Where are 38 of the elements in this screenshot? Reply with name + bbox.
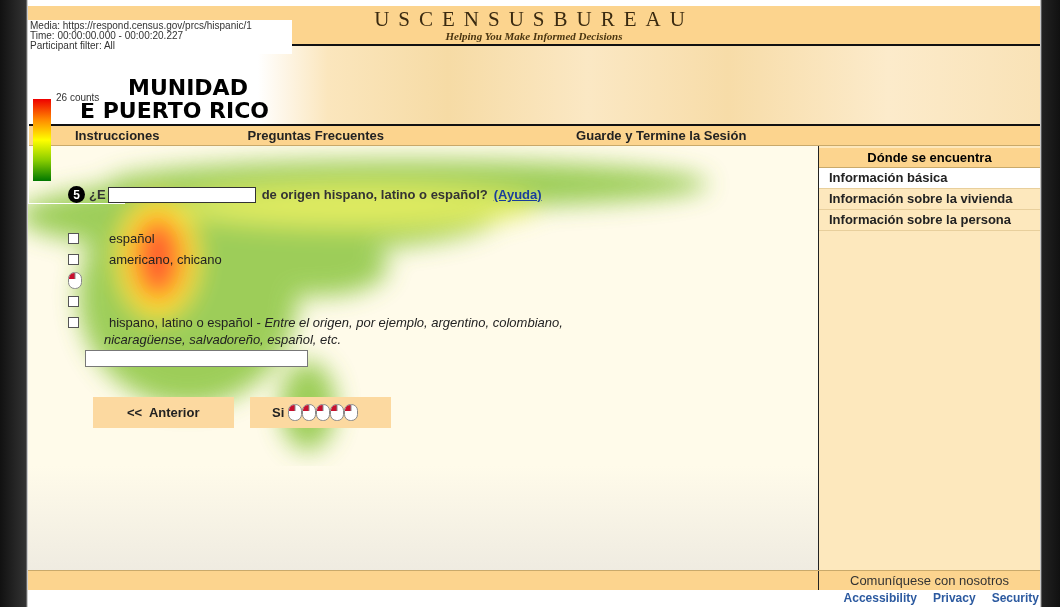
option-label: americano, chicano (109, 252, 222, 267)
tagline: Helping You Make Informed Decisions (445, 30, 623, 42)
footer-link[interactable]: Accessibility (843, 591, 917, 605)
mouse-click-icon (68, 272, 82, 289)
input-field[interactable] (85, 350, 308, 367)
next-button[interactable]: Si (250, 397, 391, 428)
checkbox[interactable] (68, 296, 79, 307)
option-label: español (109, 231, 155, 246)
footer-link[interactable]: Privacy (932, 591, 976, 605)
question-text: ¿E (89, 187, 106, 202)
question-text: de origen hispano, latino o español? (261, 187, 488, 202)
checkbox[interactable] (68, 317, 79, 328)
overlay-info-text: Participant filter: All (30, 41, 117, 51)
option-label: hispano, latino o español - Entre el origen, por ejemplo, argentino, colombiano, (109, 315, 563, 330)
option-hint: nicaragüense, salvadoreño, español, etc. (104, 331, 343, 348)
mouse-click-icon (330, 404, 344, 421)
mouse-click-icon (302, 404, 316, 421)
sidebar-item[interactable]: Información sobre la vivienda (819, 189, 1040, 210)
previous-button[interactable]: << Anterior (93, 397, 234, 428)
mouse-click-icon (344, 404, 358, 421)
checkbox[interactable] (68, 233, 79, 244)
help-link[interactable]: (Ayuda) (493, 187, 542, 202)
nav-link[interactable]: Preguntas Frecuentes (247, 126, 385, 145)
checkbox[interactable] (68, 254, 79, 265)
overlay-info-text: Media: https://respond.census.gov/prcs/hispanic/1 (30, 21, 252, 31)
question-number: 5 (68, 186, 85, 203)
sidebar-header: Dónde se encuentra (819, 148, 1040, 168)
mouse-click-icon (288, 404, 302, 421)
nav-link[interactable]: Guarde y Termine la Sesión (576, 126, 747, 145)
mouse-click-icon (316, 404, 330, 421)
nav-link[interactable]: Instrucciones (75, 126, 160, 145)
census-logo: USCENSUSBUREAU (374, 6, 694, 30)
contact-text: Comuníquese con nosotros (818, 571, 1040, 590)
overlay-info-text: Time: 00:00:00.000 - 00:00:20.227 (30, 31, 184, 41)
sidebar-item[interactable]: Información básica (819, 168, 1040, 189)
sidebar-item[interactable]: Información sobre la persona (819, 210, 1040, 231)
page-title: MUNIDAD (128, 76, 248, 99)
footer-link[interactable]: Security (991, 591, 1039, 605)
